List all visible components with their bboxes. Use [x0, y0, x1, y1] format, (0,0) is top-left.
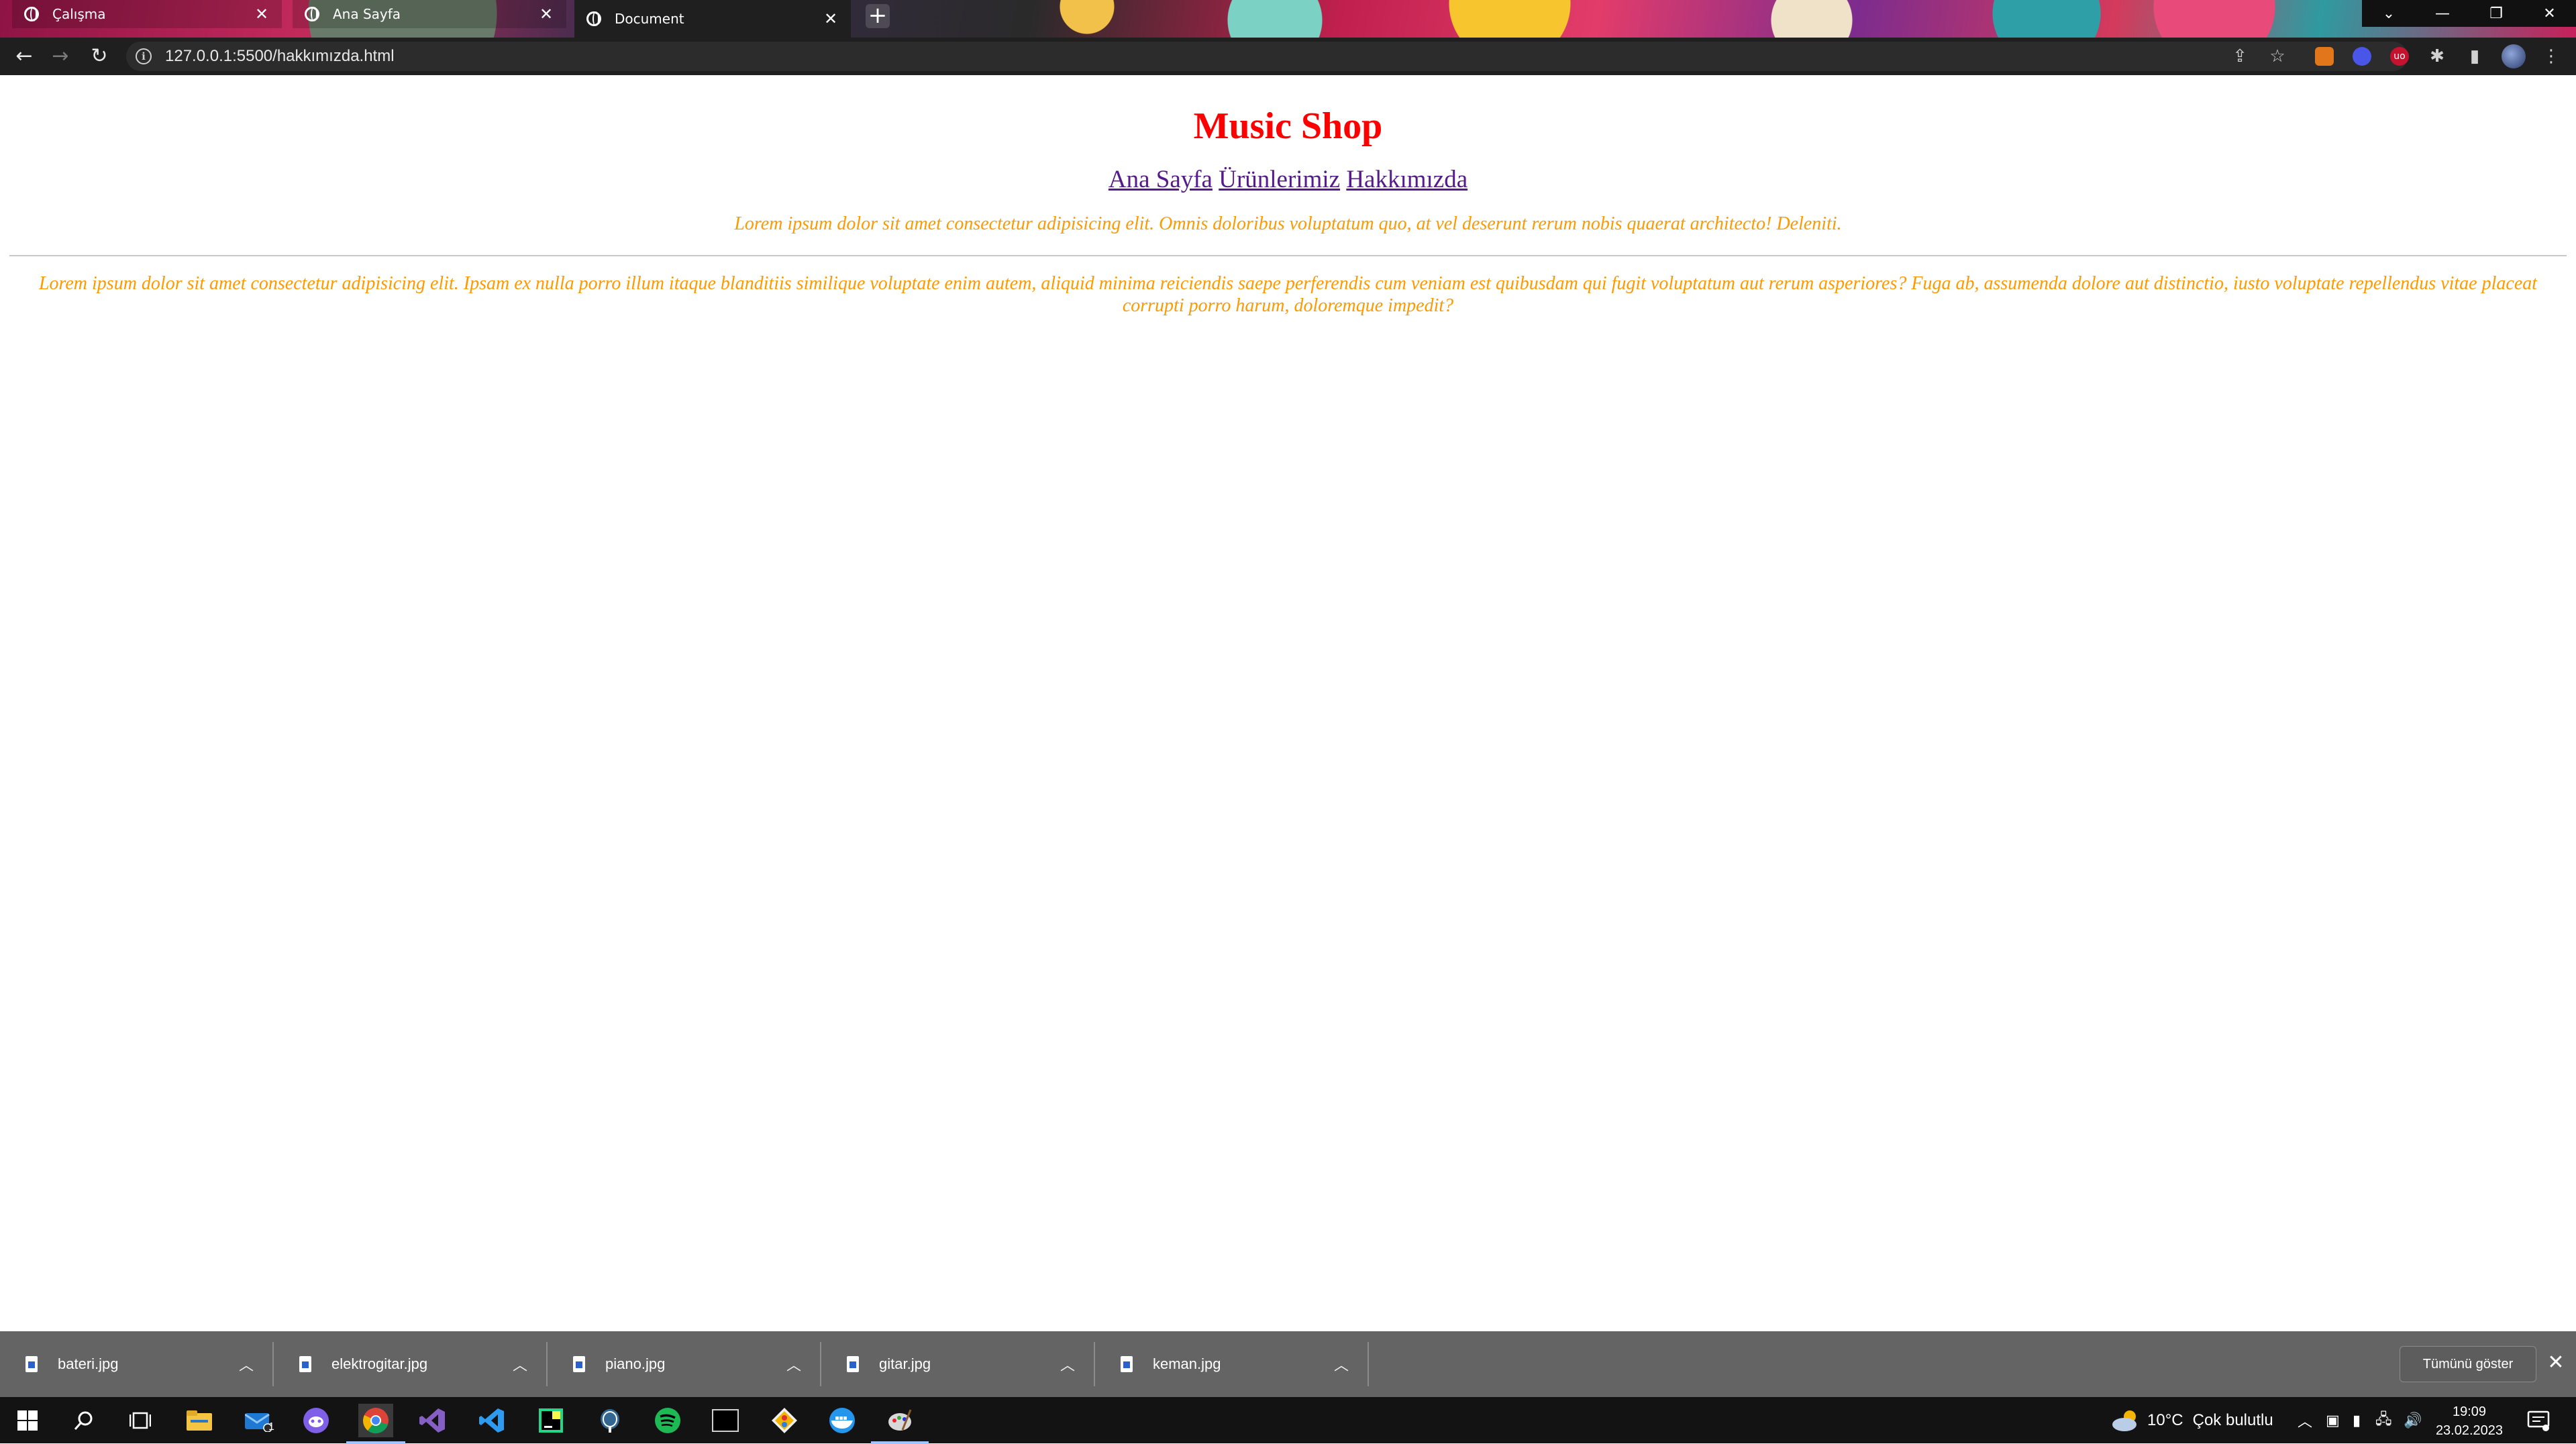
menu-kebab-icon[interactable]: ⋮ [2540, 46, 2562, 67]
volume-icon[interactable]: 🔊 [2404, 1397, 2422, 1443]
bookmark-star-icon[interactable]: ☆ [2267, 46, 2288, 67]
tray-overflow-chevron-icon[interactable]: ︿ [2298, 1397, 2312, 1443]
windows-taskbar: 1 10°C Çok bulutlu ︿ ▣ ▮ 🖧 🔊 19:09 23.02… [0, 1397, 2576, 1444]
chevron-up-icon[interactable]: ︿ [1060, 1353, 1075, 1375]
download-item[interactable]: elektrogitar.jpg ︿ [274, 1331, 548, 1397]
image-file-icon [25, 1356, 38, 1372]
extensions-puzzle-icon[interactable]: ✱ [2426, 46, 2448, 67]
tab-title: Ana Sayfa [333, 6, 401, 22]
site-nav: Ana Sayfa Ürünlerimiz Hakkımızda [0, 165, 2576, 194]
divider [9, 255, 2567, 256]
page-viewport: Music Shop Ana Sayfa Ürünlerimiz Hakkımı… [0, 75, 2576, 1331]
task-view-icon[interactable] [123, 1404, 157, 1437]
divider [1368, 1342, 1369, 1386]
side-panel-icon[interactable]: ▮ [2464, 46, 2485, 67]
image-file-icon [847, 1356, 859, 1372]
image-file-icon [1121, 1356, 1133, 1372]
close-icon[interactable]: ✕ [538, 5, 554, 23]
close-icon[interactable]: ✕ [254, 5, 270, 23]
intro-text: Lorem ipsum dolor sit amet consectetur a… [734, 213, 1842, 234]
tab-title: Çalışma [52, 6, 106, 22]
download-filename[interactable]: keman.jpg [1153, 1355, 1334, 1373]
nav-link-hakkimizda[interactable]: Hakkımızda [1346, 166, 1467, 193]
chevron-up-icon[interactable]: ︿ [239, 1353, 254, 1375]
address-bar[interactable]: i 127.0.0.1:5500/hakkımızda.html [126, 42, 2408, 71]
url-text[interactable]: 127.0.0.1:5500/hakkımızda.html [165, 47, 395, 66]
show-all-downloads-button[interactable]: Tümünü göster [2400, 1346, 2536, 1382]
battery-icon[interactable]: ▮ [2353, 1397, 2361, 1443]
forward-arrow-icon[interactable]: → [47, 43, 74, 70]
weather-widget[interactable]: 10°C Çok bulutlu [2111, 1397, 2273, 1443]
chevron-up-icon[interactable]: ︿ [513, 1353, 527, 1375]
tab-search-chevron-icon[interactable]: ⌄ [2362, 0, 2416, 27]
docker-icon[interactable] [825, 1404, 859, 1437]
download-filename[interactable]: gitar.jpg [879, 1355, 1060, 1373]
download-item[interactable]: bateri.jpg ︿ [0, 1331, 274, 1397]
discord-icon[interactable] [299, 1404, 333, 1437]
profile-avatar[interactable] [2502, 44, 2526, 68]
paint-palette-icon[interactable] [871, 1404, 929, 1444]
share-icon[interactable]: ⇪ [2229, 46, 2251, 67]
weather-description: Çok bulutlu [2192, 1410, 2273, 1429]
spotify-icon[interactable] [651, 1404, 684, 1437]
nav-link-ana-sayfa[interactable]: Ana Sayfa [1109, 166, 1213, 193]
file-explorer-icon[interactable] [183, 1404, 216, 1437]
download-item[interactable]: keman.jpg ︿ [1095, 1331, 1369, 1397]
new-tab-button[interactable]: + [866, 4, 890, 28]
clock-time: 19:09 [2452, 1404, 2487, 1419]
download-filename[interactable]: elektrogitar.jpg [331, 1355, 513, 1373]
meet-now-icon[interactable]: ▣ [2326, 1397, 2340, 1443]
weather-temp: 10°C [2147, 1410, 2183, 1429]
download-filename[interactable]: bateri.jpg [58, 1355, 239, 1373]
vscode-icon[interactable] [475, 1404, 509, 1437]
close-icon[interactable]: ✕ [823, 9, 839, 28]
notifications-icon[interactable] [2527, 1397, 2550, 1443]
tab-title: Document [615, 11, 684, 27]
restore-button[interactable]: ❐ [2469, 0, 2523, 27]
nav-link-urunlerimiz[interactable]: Ürünlerimiz [1219, 166, 1340, 193]
chrome-icon[interactable] [346, 1404, 405, 1444]
mail-badge: 1 [268, 1421, 274, 1433]
search-icon[interactable] [67, 1404, 101, 1437]
tab-strip: Çalışma ✕ Ana Sayfa ✕ Document ✕ + ⌄ — ❐… [0, 0, 2576, 38]
cloud-icon [2112, 1410, 2136, 1431]
visual-studio-icon[interactable] [416, 1404, 450, 1437]
site-title: Music Shop [1193, 105, 1383, 147]
tab-ana-sayfa[interactable]: Ana Sayfa ✕ [293, 0, 566, 28]
network-icon[interactable]: 🖧 [2375, 1397, 2392, 1443]
chevron-up-icon[interactable]: ︿ [1334, 1353, 1349, 1375]
window-close-button[interactable]: ✕ [2523, 0, 2576, 27]
windows-start-icon[interactable] [11, 1404, 44, 1437]
extension-blue-icon[interactable] [2353, 47, 2371, 66]
back-arrow-icon[interactable]: ← [11, 43, 38, 70]
chevron-up-icon[interactable]: ︿ [786, 1353, 801, 1375]
mail-icon[interactable]: 1 [242, 1404, 275, 1437]
close-icon[interactable]: ✕ [2544, 1351, 2567, 1374]
terminal-icon[interactable] [709, 1404, 742, 1437]
clock[interactable]: 19:09 23.02.2023 [2429, 1402, 2510, 1440]
ublock-extension-icon[interactable]: uo [2390, 47, 2409, 66]
image-file-icon [299, 1356, 311, 1372]
about-text: Lorem ipsum dolor sit amet consectetur a… [38, 273, 2538, 316]
image-file-icon [573, 1356, 585, 1372]
reload-icon[interactable]: ↻ [86, 43, 113, 70]
globe-icon [586, 11, 601, 26]
tab-calisma[interactable]: Çalışma ✕ [12, 0, 282, 28]
globe-icon [305, 7, 319, 21]
python-ide-icon[interactable] [534, 1404, 568, 1437]
info-icon[interactable]: i [136, 48, 152, 64]
download-item[interactable]: gitar.jpg ︿ [821, 1331, 1095, 1397]
metamask-extension-icon[interactable] [2315, 47, 2334, 66]
download-shelf: bateri.jpg ︿ elektrogitar.jpg ︿ piano.jp… [0, 1331, 2576, 1397]
browser-toolbar: ← → ↻ i 127.0.0.1:5500/hakkımızda.html ⇪… [0, 38, 2576, 75]
gitkraken-icon[interactable] [768, 1404, 801, 1437]
tab-document[interactable]: Document ✕ [574, 0, 851, 38]
minimize-button[interactable]: — [2416, 0, 2469, 27]
download-item[interactable]: piano.jpg ︿ [548, 1331, 821, 1397]
pgadmin-elephant-icon[interactable] [593, 1404, 627, 1437]
clock-date: 23.02.2023 [2435, 1423, 2504, 1438]
globe-icon [24, 7, 39, 21]
download-filename[interactable]: piano.jpg [605, 1355, 786, 1373]
